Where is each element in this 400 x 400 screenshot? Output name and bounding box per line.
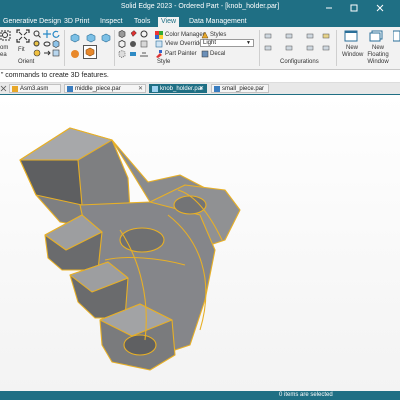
menu-3d-print[interactable]: 3D Print (61, 17, 92, 27)
spin-icon[interactable] (43, 40, 51, 48)
config-icon-5[interactable] (264, 44, 272, 52)
reflection-icon[interactable] (140, 40, 148, 48)
new-window-icon[interactable] (344, 30, 358, 42)
tab-close-icon[interactable] (0, 85, 7, 92)
zoom-area-icon[interactable] (0, 30, 12, 42)
part-model[interactable] (0, 95, 400, 391)
menu-generative-design[interactable]: Generative Design (0, 17, 64, 27)
new-floating-window-icon[interactable] (369, 30, 383, 42)
decal-label[interactable]: Decal (210, 51, 225, 57)
config-icon-6[interactable] (285, 44, 293, 52)
pan-icon[interactable] (43, 30, 51, 38)
styles-label[interactable]: Styles (210, 32, 226, 38)
part-painter-label[interactable]: Part Painter (165, 51, 197, 57)
tab-label: knob_holder.par (160, 86, 204, 92)
sketch-view-icon[interactable] (52, 49, 60, 57)
silhouette-icon[interactable] (129, 40, 137, 48)
tab-label: Asm3.asm (20, 86, 49, 92)
menu-inspect[interactable]: Inspect (97, 17, 126, 27)
minimize-icon[interactable] (325, 4, 333, 12)
tab-small-piece[interactable]: small_piece.par (211, 84, 269, 93)
view-cube-icon[interactable] (52, 40, 60, 48)
group-separator (336, 30, 337, 66)
view-icon[interactable] (33, 49, 41, 57)
top-view-icon[interactable] (101, 33, 111, 43)
paint-bucket-icon[interactable] (129, 30, 137, 38)
status-bar: 0 items are selected (0, 391, 400, 400)
shaded-selected-icon[interactable] (83, 45, 97, 59)
part-file-icon (67, 86, 73, 92)
window-title: Solid Edge 2023 - Ordered Part - [knob_h… (120, 3, 280, 10)
bore-hole (173, 195, 207, 215)
ribbon: om ea Fit Orient Color Manager Styles Vi… (0, 27, 400, 70)
selection-status: 0 items are selected (279, 392, 333, 398)
part-file-icon (214, 86, 220, 92)
maximize-icon[interactable] (350, 4, 358, 12)
config-icon-8[interactable] (322, 44, 330, 52)
prompt-bar: ” commands to create 3D features. (0, 70, 400, 83)
ambient-icon[interactable] (140, 30, 148, 38)
part-file-icon (152, 86, 158, 92)
style-group-label: Style (157, 59, 171, 65)
arrange-window-icon[interactable] (393, 30, 400, 42)
tab-middle-piece[interactable]: middle_piece.par ✕ (64, 84, 146, 93)
display-hidden-icon[interactable] (118, 50, 126, 58)
config-icon-3[interactable] (306, 32, 314, 40)
zoom-area-label-bottom: ea (0, 52, 7, 58)
zoom-icon[interactable] (33, 30, 41, 38)
rotate-icon[interactable] (52, 30, 60, 38)
config-icon-7[interactable] (306, 44, 314, 52)
new-window-label[interactable]: New Window (342, 45, 363, 59)
styles-icon[interactable] (201, 31, 209, 39)
look-at-icon[interactable] (43, 49, 51, 57)
assembly-file-icon (12, 86, 18, 92)
group-separator (259, 30, 260, 66)
menu-data-management[interactable]: Data Management (186, 17, 250, 27)
group-separator (114, 30, 115, 66)
document-tab-bar: Asm3.asm middle_piece.par ✕ knob_holder.… (0, 83, 400, 95)
view-overrides-icon[interactable] (155, 40, 163, 48)
config-icon-1[interactable] (264, 32, 272, 40)
new-floating-window-label[interactable]: New Floating Window (363, 45, 393, 66)
display-shaded-icon[interactable] (118, 30, 126, 38)
floor-icon[interactable] (140, 50, 148, 58)
title-bar: Solid Edge 2023 - Ordered Part - [knob_h… (0, 0, 400, 16)
close-icon[interactable]: ✕ (138, 86, 143, 92)
close-icon[interactable] (376, 4, 384, 12)
zoom-in-icon[interactable] (33, 40, 41, 48)
fit-label: Fit (18, 47, 25, 53)
close-icon[interactable]: ✕ (199, 86, 204, 92)
3d-viewport[interactable] (0, 95, 400, 391)
decal-icon[interactable] (201, 50, 209, 58)
menu-view[interactable]: View (158, 17, 180, 27)
iso-view-icon[interactable] (86, 33, 96, 43)
tab-asm3[interactable]: Asm3.asm (9, 84, 61, 93)
style-dropdown[interactable]: Light ▼ (200, 39, 254, 47)
fit-icon[interactable] (16, 29, 30, 43)
zoom-area-label-top: om (0, 45, 9, 51)
display-edges-icon[interactable] (118, 40, 126, 48)
tab-label: middle_piece.par (75, 86, 121, 92)
orient-group-label: Orient (18, 59, 35, 65)
model-face (19, 159, 83, 206)
menu-tools[interactable]: Tools (131, 17, 153, 27)
named-view-cube-icon[interactable] (70, 33, 80, 43)
menu-bar: Generative Design 3D Print Inspect Tools… (0, 16, 400, 27)
prompt-text: ” commands to create 3D features. (1, 72, 109, 79)
config-icon-2[interactable] (285, 32, 293, 40)
tab-knob-holder[interactable]: knob_holder.par ✕ (149, 84, 207, 93)
configurations-group-label: Configurations (280, 59, 319, 65)
group-separator (64, 30, 65, 66)
tab-label: small_piece.par (222, 86, 265, 92)
part-painter-icon[interactable] (155, 50, 163, 58)
bore-hole (123, 334, 157, 356)
shadow-icon[interactable] (129, 50, 137, 58)
config-icon-4[interactable] (322, 32, 330, 40)
color-manager-label[interactable]: Color Manager (165, 32, 205, 38)
shaded-orange-icon[interactable] (70, 49, 80, 59)
color-manager-icon[interactable] (155, 31, 163, 39)
style-dropdown-value: Light (203, 40, 217, 46)
chevron-down-icon: ▼ (246, 40, 251, 46)
